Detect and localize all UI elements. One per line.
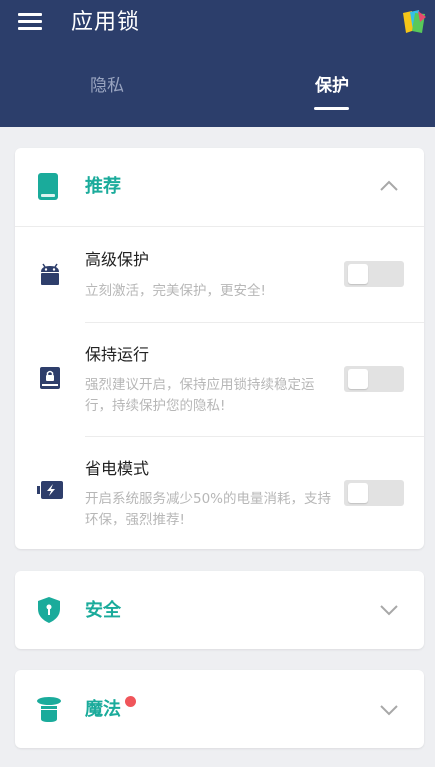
keep-running-title: 保持运行 bbox=[85, 345, 150, 364]
chevron-down-icon[interactable] bbox=[379, 704, 399, 716]
power-save-desc: 开启系统服务减少50%的电量消耗，支持环保，强烈推荐! bbox=[85, 491, 332, 528]
advanced-protect-desc: 立刻激活，完美保护，更安全! bbox=[85, 283, 266, 299]
magic-section-title: 魔法 bbox=[85, 699, 121, 720]
item-divider bbox=[85, 322, 424, 323]
keep-running-toggle[interactable] bbox=[344, 366, 404, 392]
app-header: 应用锁 隐私 保护 bbox=[0, 0, 435, 127]
shield-icon bbox=[38, 597, 60, 623]
phone-icon bbox=[38, 173, 58, 200]
theme-icon[interactable] bbox=[400, 8, 428, 36]
magic-hat-icon bbox=[37, 697, 61, 722]
security-section-title: 安全 bbox=[85, 600, 121, 621]
chevron-up-icon[interactable] bbox=[379, 180, 399, 192]
tab-indicator bbox=[314, 107, 349, 110]
menu-icon[interactable] bbox=[18, 13, 43, 31]
magic-section-card[interactable]: 魔法 bbox=[15, 670, 424, 748]
tab-privacy[interactable]: 隐私 bbox=[90, 74, 124, 98]
recommend-section-title: 推荐 bbox=[85, 176, 121, 197]
battery-icon bbox=[37, 481, 63, 499]
security-section-card[interactable]: 安全 bbox=[15, 571, 424, 649]
android-icon bbox=[41, 263, 59, 285]
recommend-section-card: 推荐 高级保护 立刻激活，完美保护，更安全! 保持运行 强烈建议开启，保持应用锁… bbox=[15, 148, 424, 549]
chevron-down-icon[interactable] bbox=[379, 604, 399, 616]
keep-running-desc: 强烈建议开启，保持应用锁持续稳定运行，持续保护您的隐私! bbox=[85, 377, 315, 414]
advanced-protect-title: 高级保护 bbox=[85, 250, 150, 269]
item-divider bbox=[85, 436, 424, 437]
section-divider bbox=[15, 226, 424, 227]
page-title: 应用锁 bbox=[71, 10, 141, 35]
lock-book-icon bbox=[40, 367, 60, 389]
tab-protect[interactable]: 保护 bbox=[315, 74, 349, 98]
advanced-protect-toggle[interactable] bbox=[344, 261, 404, 287]
power-save-toggle[interactable] bbox=[344, 480, 404, 506]
notification-badge bbox=[125, 696, 136, 707]
power-save-title: 省电模式 bbox=[85, 459, 150, 478]
